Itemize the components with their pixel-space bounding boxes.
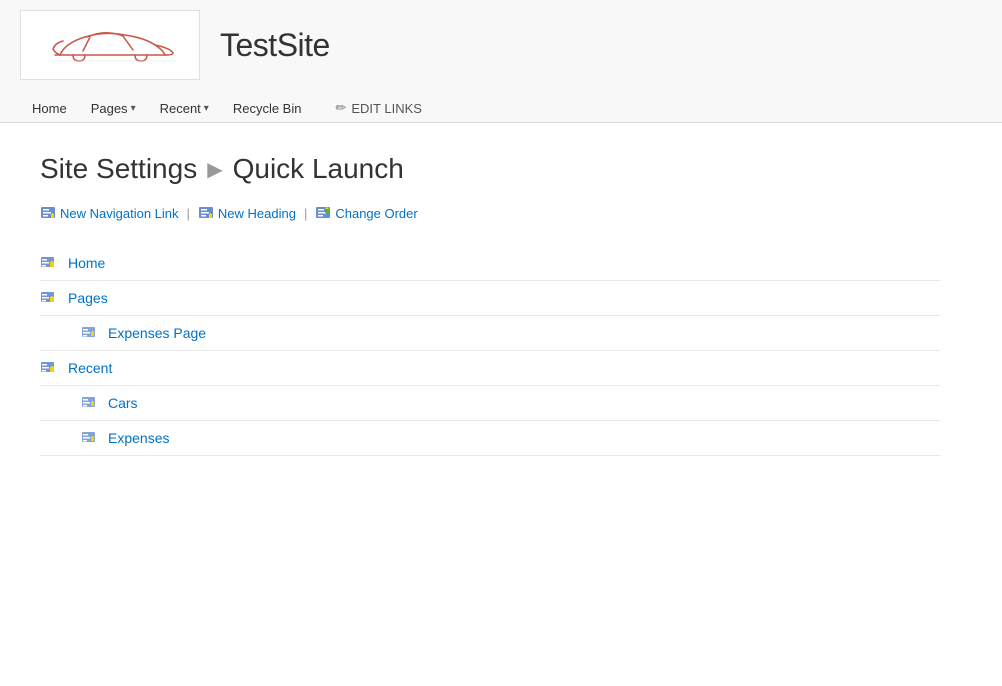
- expenses-page-link[interactable]: Expenses Page: [108, 325, 206, 341]
- new-navigation-link-action[interactable]: New Navigation Link: [40, 205, 179, 221]
- new-heading-action[interactable]: New Heading: [198, 205, 296, 221]
- cars-icon: [80, 394, 98, 412]
- change-order-action[interactable]: Change Order: [315, 205, 417, 221]
- header-top: TestSite: [20, 10, 982, 90]
- new-heading-label: New Heading: [218, 206, 296, 221]
- nav-item-home[interactable]: Home: [20, 95, 79, 122]
- site-header: TestSite Home Pages ▾ Recent ▾ Recycle B…: [0, 0, 1002, 123]
- edit-links-label: EDIT LINKS: [351, 101, 422, 116]
- edit-links-button[interactable]: ✏ EDIT LINKS: [323, 94, 433, 122]
- nav-recycle-bin-label: Recycle Bin: [233, 101, 302, 116]
- change-order-icon: [315, 205, 331, 221]
- breadcrumb-arrow-icon: ▶: [207, 157, 222, 182]
- pages-item-link[interactable]: Pages: [68, 290, 108, 306]
- recent-item-link[interactable]: Recent: [68, 360, 112, 376]
- breadcrumb-quick-launch: Quick Launch: [233, 153, 404, 185]
- home-item-icon: [40, 254, 58, 272]
- site-logo: [20, 10, 200, 80]
- list-item-recent: Recent: [40, 351, 940, 386]
- breadcrumb-site-settings: Site Settings: [40, 153, 197, 185]
- nav-item-pages[interactable]: Pages ▾: [79, 95, 148, 122]
- separator-1: |: [187, 206, 190, 221]
- recent-chevron-icon: ▾: [204, 103, 209, 114]
- expenses-icon: [80, 429, 98, 447]
- new-heading-icon: [198, 205, 214, 221]
- top-nav-bar: Home Pages ▾ Recent ▾ Recycle Bin ✏ EDIT…: [20, 90, 982, 122]
- separator-2: |: [304, 206, 307, 221]
- recent-item-icon: [40, 359, 58, 377]
- new-nav-link-icon: [40, 205, 56, 221]
- site-title: TestSite: [220, 27, 330, 64]
- car-logo-svg: [35, 23, 185, 68]
- list-item-home: Home: [40, 246, 940, 281]
- pages-item-icon: [40, 289, 58, 307]
- home-item-link[interactable]: Home: [68, 255, 105, 271]
- nav-home-label: Home: [32, 101, 67, 116]
- nav-item-recycle-bin[interactable]: Recycle Bin: [221, 95, 314, 122]
- list-item-expenses: Expenses: [40, 421, 940, 456]
- list-item-pages: Pages: [40, 281, 940, 316]
- nav-item-recent[interactable]: Recent ▾: [148, 95, 221, 122]
- pencil-icon: ✏: [335, 100, 346, 116]
- nav-pages-label: Pages: [91, 101, 128, 116]
- expenses-page-icon: [80, 324, 98, 342]
- action-links-bar: New Navigation Link | New Heading |: [40, 205, 962, 221]
- change-order-label: Change Order: [335, 206, 417, 221]
- expenses-link[interactable]: Expenses: [108, 430, 169, 446]
- main-content: Site Settings ▶ Quick Launch New Navigat…: [0, 123, 1002, 486]
- quick-launch-list: Home Pages: [40, 246, 940, 456]
- cars-link[interactable]: Cars: [108, 395, 138, 411]
- list-item-cars: Cars: [40, 386, 940, 421]
- site-title-text: TestSite: [220, 27, 330, 64]
- pages-chevron-icon: ▾: [131, 103, 136, 114]
- page-title: Site Settings ▶ Quick Launch: [40, 153, 962, 185]
- new-nav-link-label: New Navigation Link: [60, 206, 179, 221]
- list-item-expenses-page: Expenses Page: [40, 316, 940, 351]
- nav-recent-label: Recent: [160, 101, 201, 116]
